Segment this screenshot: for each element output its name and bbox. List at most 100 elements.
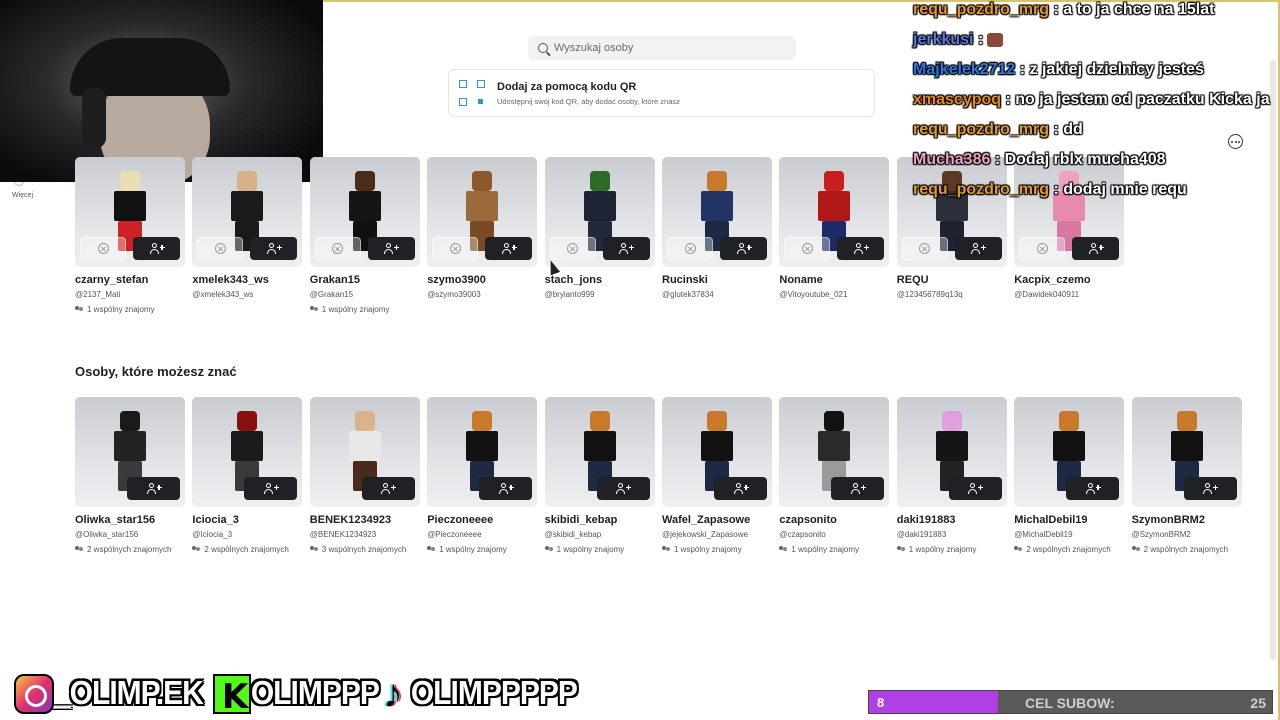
suggested-person-card[interactable]: czapsonito @czapsonito 1 wspólny znajomy — [779, 397, 890, 554]
avatar-tile[interactable] — [427, 157, 538, 267]
decline-button[interactable] — [432, 237, 479, 260]
display-name[interactable]: MichalDebil19 — [1014, 514, 1124, 526]
display-name[interactable]: skibidi_kebap — [545, 514, 655, 526]
suggested-person-card[interactable]: Pieczoneeee @Pieczoneeee 1 wspólny znajo… — [427, 397, 538, 554]
display-name[interactable]: BENEK1234923 — [310, 514, 420, 526]
avatar-tile[interactable] — [75, 397, 185, 507]
friend-request-card[interactable]: REQU @123456789q13q — [896, 157, 1007, 299]
display-name[interactable]: Oliwka_star156 — [75, 514, 185, 526]
decline-button[interactable] — [80, 237, 126, 260]
add-friend-button[interactable] — [133, 237, 180, 260]
avatar-tile[interactable] — [1014, 157, 1125, 267]
avatar-tile[interactable] — [662, 397, 772, 507]
display-name[interactable]: czarny_stefan — [75, 274, 185, 286]
friend-request-card[interactable]: Grakan15 @Grakan15 1 wspólny znajomy — [309, 157, 420, 314]
search-bar[interactable] — [528, 36, 796, 60]
add-friend-button[interactable] — [714, 477, 767, 500]
avatar-tile[interactable] — [1131, 397, 1242, 507]
add-user-icon — [381, 483, 397, 494]
display-name[interactable]: Wafel_Zapasowe — [662, 514, 772, 526]
display-name[interactable]: Noname — [779, 274, 889, 286]
add-friend-button[interactable] — [244, 477, 298, 500]
add-friend-button[interactable] — [954, 237, 1002, 260]
add-friend-button[interactable] — [831, 477, 885, 500]
mutual-friends: 2 wspólnych znajomych — [75, 545, 185, 554]
decline-button[interactable] — [1019, 237, 1066, 260]
suggested-person-card[interactable]: Oliwka_star156 @Oliwka_star156 2 wspólny… — [75, 397, 185, 554]
friend-request-card[interactable]: szymo3900 @szymo39003 — [427, 157, 538, 299]
avatar-tile[interactable] — [309, 397, 420, 507]
display-name[interactable]: xmelek343_ws — [192, 274, 302, 286]
avatar-tile[interactable] — [75, 157, 185, 267]
avatar-tile[interactable] — [544, 397, 655, 507]
display-name[interactable]: Rucinski — [662, 274, 772, 286]
avatar-tile[interactable] — [662, 157, 772, 267]
add-friend-button[interactable] — [361, 477, 415, 500]
add-friend-button[interactable] — [1066, 477, 1120, 500]
chat-message: xmascypoq : no ja jestem od paczatku Kic… — [913, 91, 1270, 109]
avatar-tile[interactable] — [309, 157, 420, 267]
display-name[interactable]: Pieczoneeee — [427, 514, 537, 526]
suggested-person-card[interactable]: Wafel_Zapasowe @jejekowski_Zapasowe 1 ws… — [662, 397, 772, 554]
suggested-person-card[interactable]: MichalDebil19 @MichalDebil19 2 wspólnych… — [1014, 397, 1125, 554]
decline-button[interactable] — [549, 237, 596, 260]
avatar-tile[interactable] — [1014, 397, 1125, 507]
decline-icon — [1036, 243, 1048, 254]
friend-request-card[interactable]: xmelek343_ws @xmelek343_ws — [192, 157, 303, 299]
display-name[interactable]: Grakan15 — [310, 274, 420, 286]
sidebar-more-label[interactable]: Więcej — [12, 192, 33, 199]
username: @Dawidek040911 — [1014, 290, 1080, 299]
friend-request-card[interactable]: Kacpix_czemo @Dawidek040911 — [1014, 157, 1125, 299]
display-name[interactable]: Kacpix_czemo — [1014, 274, 1124, 286]
decline-icon — [919, 243, 931, 254]
add-friend-button[interactable] — [596, 477, 650, 500]
add-friend-button[interactable] — [720, 237, 767, 260]
display-name[interactable]: stach_jons — [545, 274, 655, 286]
avatar-tile[interactable] — [896, 157, 1007, 267]
friend-request-card[interactable]: stach_jons @bryianto999 — [544, 157, 655, 299]
display-name[interactable]: czapsonito — [779, 514, 889, 526]
add-friend-button[interactable] — [602, 237, 650, 260]
avatar-tile[interactable] — [896, 397, 1007, 507]
decline-button[interactable] — [197, 237, 244, 260]
add-friend-button[interactable] — [127, 477, 180, 500]
avatar-tile[interactable] — [427, 397, 538, 507]
add-friend-button[interactable] — [367, 237, 415, 260]
display-name[interactable]: SzymonBRM2 — [1132, 514, 1242, 526]
avatar-tile[interactable] — [544, 157, 655, 267]
add-friend-button[interactable] — [837, 237, 885, 260]
add-friend-button[interactable] — [1183, 477, 1237, 500]
add-friend-button[interactable] — [479, 477, 533, 500]
suggested-person-card[interactable]: daki191883 @daki191883 1 wspólny znajomy — [896, 397, 1007, 554]
decline-button[interactable] — [667, 237, 713, 260]
add-friend-button[interactable] — [250, 237, 298, 260]
avatar-tile[interactable] — [779, 397, 890, 507]
friend-request-card[interactable]: Noname @Vitoyoutube_021 — [779, 157, 890, 299]
display-name[interactable]: Iciocia_3 — [192, 514, 302, 526]
add-friend-button[interactable] — [485, 237, 533, 260]
display-name[interactable]: REQU — [897, 274, 1007, 286]
decline-icon — [214, 243, 226, 254]
search-input[interactable] — [554, 42, 774, 54]
friend-request-card[interactable]: Rucinski @glutek37834 — [662, 157, 772, 299]
avatar-tile[interactable] — [192, 157, 303, 267]
suggested-person-card[interactable]: Iciocia_3 @Iciocia_3 2 wspólnych znajomy… — [192, 397, 303, 554]
more-options-icon[interactable] — [1228, 134, 1243, 149]
display-name[interactable]: szymo3900 — [427, 274, 537, 286]
avatar-tile[interactable] — [192, 397, 303, 507]
friend-request-card[interactable]: czarny_stefan @2137_Mati 1 wspólny znajo… — [75, 157, 185, 314]
add-friend-button[interactable] — [1072, 237, 1120, 260]
display-name[interactable]: daki191883 — [897, 514, 1007, 526]
add-friend-button[interactable] — [948, 477, 1002, 500]
decline-button[interactable] — [314, 237, 361, 260]
avatar-tile[interactable] — [779, 157, 890, 267]
page-scrollbar[interactable] — [1270, 60, 1276, 660]
qr-add-card[interactable]: Dodaj za pomocą kodu QR Udostępnij swój … — [448, 69, 875, 117]
suggested-person-card[interactable]: BENEK1234923 @BENEK1234923 3 wspólnych z… — [309, 397, 420, 554]
decline-button[interactable] — [784, 237, 831, 260]
suggested-person-card[interactable]: skibidi_kebap @skibidi_kebap 1 wspólny z… — [544, 397, 655, 554]
add-user-icon — [850, 483, 866, 494]
decline-button[interactable] — [901, 237, 948, 260]
suggested-person-card[interactable]: SzymonBRM2 @SzymonBRM2 2 wspólnych znajo… — [1131, 397, 1242, 554]
mutual-friends-icon — [662, 546, 671, 553]
